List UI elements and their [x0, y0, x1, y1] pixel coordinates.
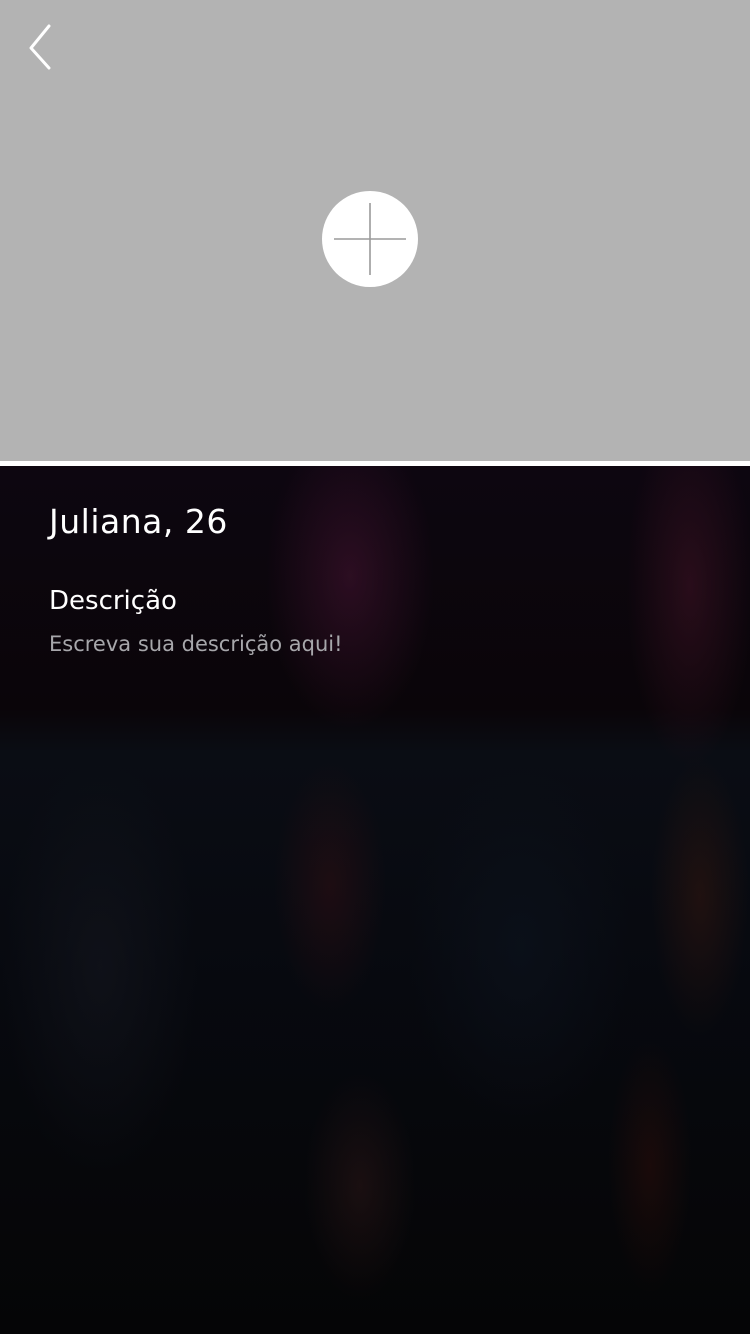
description-title: Descrição [49, 586, 177, 616]
profile-name-age: Juliana, 26 [49, 502, 228, 541]
description-field[interactable]: Escreva sua descrição aqui! [49, 632, 699, 656]
back-button[interactable] [18, 18, 62, 74]
chevron-left-icon [25, 22, 55, 70]
add-photo-button[interactable] [322, 191, 418, 287]
plus-icon [332, 201, 408, 277]
profile-photo-area[interactable] [0, 0, 750, 461]
profile-edit-screen: Juliana, 26 Descrição Escreva sua descri… [0, 0, 750, 1334]
profile-info-panel: Juliana, 26 Descrição Escreva sua descri… [0, 466, 750, 1334]
